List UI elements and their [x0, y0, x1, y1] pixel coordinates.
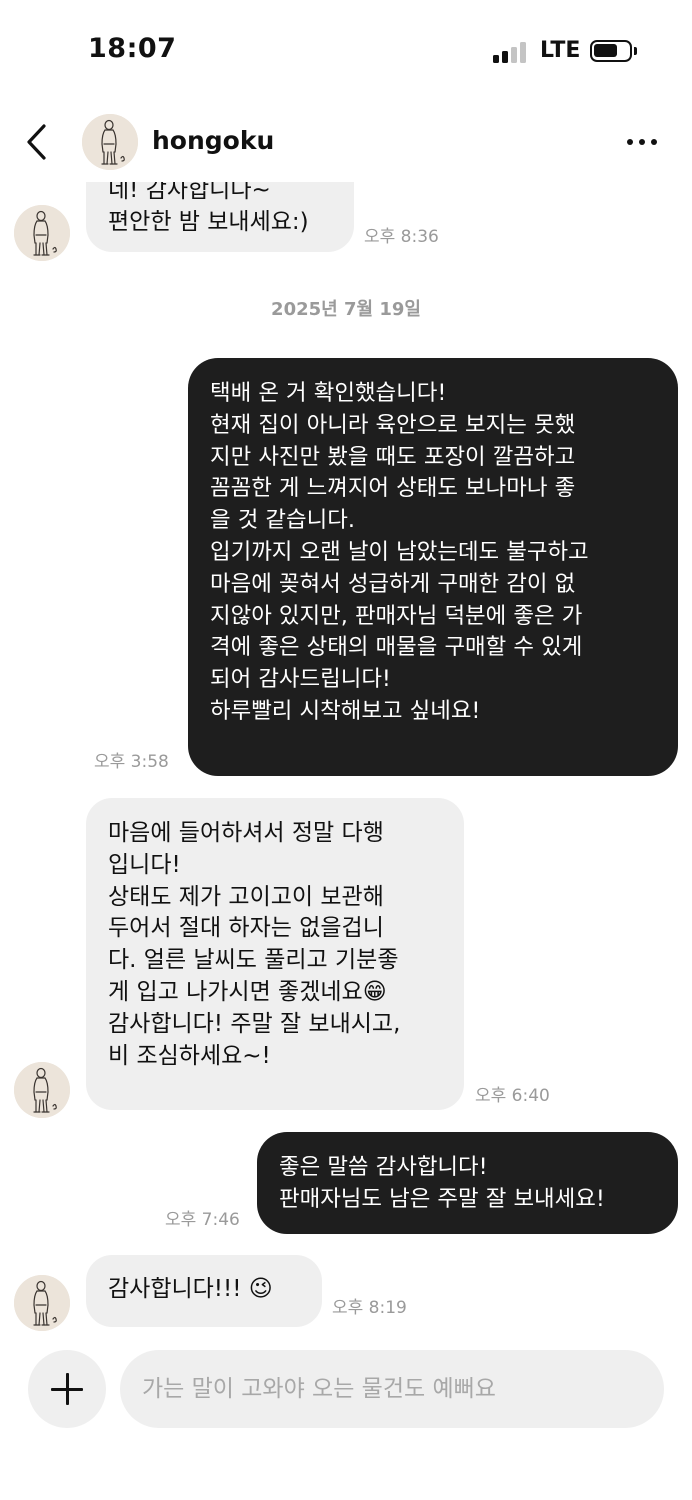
- chat-header: hongoku: [0, 100, 692, 182]
- sender-avatar: [14, 205, 70, 261]
- message-bubble-outgoing[interactable]: 택배 온 거 확인했습니다! 현재 집이 아니라 육안으로 보지는 못했 지만 …: [188, 358, 678, 776]
- message-input[interactable]: [120, 1350, 664, 1428]
- person-figure-icon: [82, 114, 138, 170]
- sender-avatar: [14, 1062, 70, 1118]
- person-figure-icon: [14, 1062, 70, 1118]
- battery-fill: [594, 44, 617, 57]
- person-figure-icon: [14, 205, 70, 261]
- composer-bar: [0, 1342, 692, 1442]
- add-attachment-button[interactable]: [28, 1350, 106, 1428]
- message-bubble-outgoing[interactable]: 좋은 말씀 감사합니다! 판매자님도 남은 주말 잘 보내세요!: [257, 1132, 678, 1234]
- message-list[interactable]: 네! 감사합니다~ 편안한 밤 보내세요:) 오후 8:36 2025년 7월 …: [0, 182, 692, 1342]
- back-button[interactable]: [18, 120, 58, 164]
- contact-name[interactable]: hongoku: [152, 126, 274, 155]
- battery-icon: [590, 40, 632, 62]
- sender-avatar: [14, 1275, 70, 1331]
- avatar[interactable]: [82, 114, 138, 170]
- status-time: 18:07: [88, 33, 177, 64]
- message-timestamp: 오후 8:19: [332, 1298, 407, 1318]
- battery-cap: [634, 47, 637, 55]
- cellular-signal-icon: [493, 41, 529, 63]
- person-figure-icon: [14, 1275, 70, 1331]
- message-timestamp: 오후 6:40: [475, 1086, 550, 1106]
- message-timestamp: 오후 7:46: [165, 1210, 240, 1230]
- message-bubble-incoming[interactable]: 마음에 들어하셔서 정말 다행 입니다! 상태도 제가 고이고이 보관해 두어서…: [86, 798, 464, 1110]
- more-horizontal-icon: [627, 139, 657, 145]
- more-options-button[interactable]: [622, 126, 662, 156]
- date-separator: 2025년 7월 19일: [271, 299, 421, 320]
- message-bubble-incoming[interactable]: 감사합니다!!! 😉: [86, 1255, 322, 1327]
- chevron-left-icon: [27, 124, 46, 160]
- message-timestamp: 오후 3:58: [94, 752, 169, 772]
- network-type: LTE: [540, 38, 581, 63]
- message-timestamp: 오후 8:36: [364, 227, 439, 247]
- status-bar: 18:07 LTE: [0, 0, 692, 100]
- message-bubble-incoming[interactable]: 네! 감사합니다~ 편안한 밤 보내세요:): [86, 182, 354, 252]
